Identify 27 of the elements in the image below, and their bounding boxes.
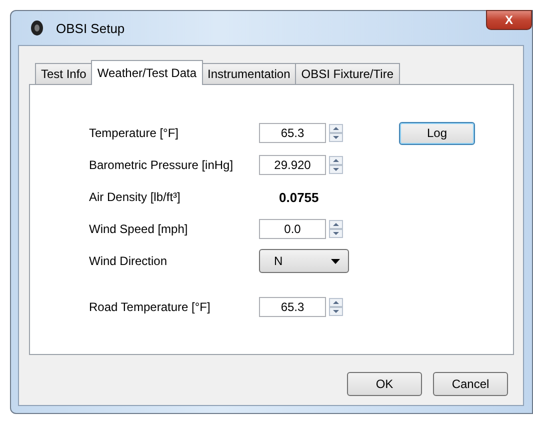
- field-label: Barometric Pressure [inHg]: [89, 157, 234, 173]
- field-label: Air Density [lb/ft³]: [89, 189, 182, 205]
- number-field[interactable]: 65.3: [259, 123, 326, 143]
- number-field[interactable]: 65.3: [259, 297, 326, 317]
- value-text: 0.0755: [278, 190, 320, 204]
- number-field[interactable]: 29.920: [259, 155, 326, 175]
- dropdown[interactable]: N: [259, 249, 349, 273]
- close-button[interactable]: X: [486, 10, 532, 30]
- window-title: OBSI Setup: [56, 20, 125, 36]
- field-label: Temperature [°F]: [89, 125, 180, 141]
- tire-icon: [30, 20, 44, 36]
- log-button[interactable]: Log: [399, 122, 475, 144]
- dialog-button[interactable]: Cancel: [433, 372, 508, 396]
- caret-icon: [331, 258, 340, 264]
- spinner-icon[interactable]: [329, 298, 343, 316]
- tab[interactable]: Instrumentation: [202, 63, 296, 84]
- field-label: Wind Direction: [89, 253, 168, 269]
- field-label: Wind Speed [mph]: [89, 221, 189, 237]
- field-label: Road Temperature [°F]: [89, 299, 212, 315]
- spinner-icon[interactable]: [329, 156, 343, 174]
- dialog-button[interactable]: OK: [347, 372, 422, 396]
- spinner-icon[interactable]: [329, 220, 343, 238]
- spinner-icon[interactable]: [329, 124, 343, 142]
- tab[interactable]: Weather/Test Data: [91, 60, 203, 85]
- number-field[interactable]: 0.0: [259, 219, 326, 239]
- tab[interactable]: Test Info: [35, 63, 92, 84]
- tab[interactable]: OBSI Fixture/Tire: [295, 63, 400, 84]
